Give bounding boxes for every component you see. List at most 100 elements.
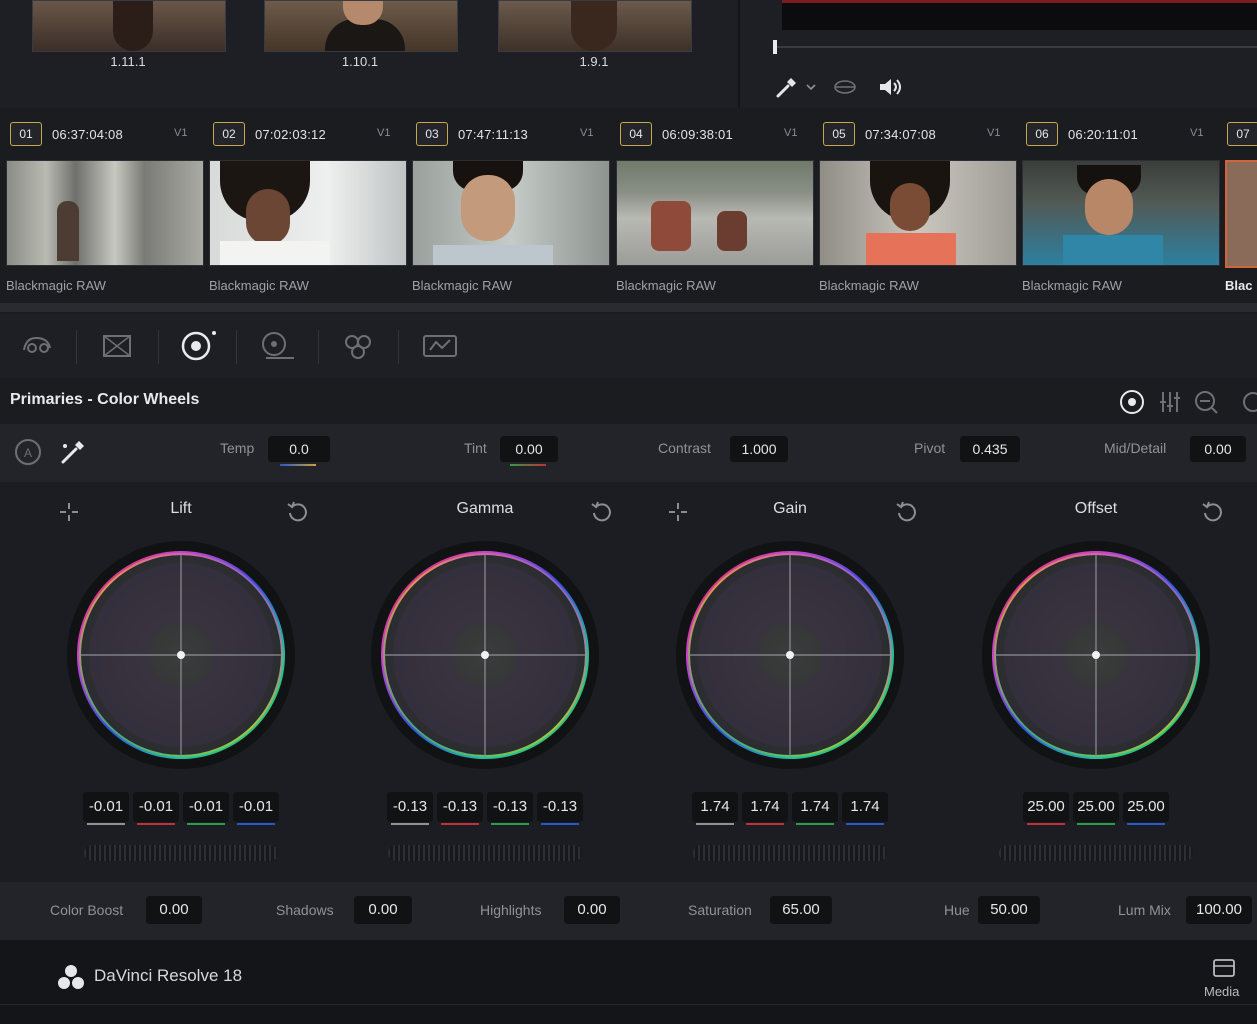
speaker-icon[interactable] [876, 73, 904, 101]
master-wheel-lift[interactable] [84, 845, 278, 861]
wheel-value-field[interactable]: -0.01 [133, 792, 179, 822]
white-balance-picker-icon[interactable] [58, 438, 88, 466]
clip-codec: Blackmagic RAW [819, 278, 919, 293]
chevron-down-icon[interactable] [804, 80, 818, 94]
contrast-field[interactable]: 1.000 [730, 436, 788, 462]
color-wheel-offset[interactable] [971, 530, 1221, 780]
clip-timecode: 07:47:11:13 [458, 127, 528, 142]
wheel-value-field[interactable]: 1.74 [742, 792, 788, 822]
channel-indicator [491, 823, 529, 825]
temp-indicator [280, 464, 316, 466]
pivot-field[interactable]: 0.435 [960, 436, 1020, 462]
preview-thumbnail[interactable] [498, 0, 692, 52]
davinci-logo-icon [56, 962, 86, 992]
channel-indicator [1127, 823, 1165, 825]
wheel-title-offset: Offset [1074, 500, 1118, 517]
wheels-mode-icon[interactable] [1118, 388, 1146, 416]
wheel-value-field[interactable]: -0.13 [437, 792, 483, 822]
color-wheel-gamma[interactable] [360, 530, 610, 780]
clip-06[interactable]: 06 06:20:11:01 V1 Blackmagic RAW [1022, 118, 1224, 302]
motion-effects-icon[interactable] [420, 330, 460, 362]
more-options-icon[interactable] [1236, 388, 1257, 416]
channel-indicator [796, 823, 834, 825]
wheel-value-field[interactable]: 25.00 [1023, 792, 1069, 822]
clip-timecode: 06:09:38:01 [662, 127, 733, 142]
scrubber-bar[interactable] [775, 46, 1257, 48]
media-page-button[interactable]: Media [1204, 984, 1239, 999]
clip-number: 07 [1227, 122, 1257, 146]
color-wheel-gain[interactable] [665, 530, 915, 780]
preview-thumbnail[interactable] [32, 0, 226, 52]
master-wheel-gamma[interactable] [388, 845, 582, 861]
channel-indicator [1077, 823, 1115, 825]
highlights-field[interactable]: 0.00 [564, 896, 620, 924]
reset-icon[interactable] [894, 499, 920, 525]
contrast-label: Contrast [658, 440, 711, 456]
clip-03[interactable]: 03 07:47:11:13 V1 Blackmagic RAW [412, 118, 614, 302]
reset-icon[interactable] [589, 499, 615, 525]
tint-field[interactable]: 0.00 [500, 436, 558, 462]
clip-codec: Blackmagic RAW [412, 278, 512, 293]
color-match-icon[interactable] [98, 330, 138, 362]
wheel-value-field[interactable]: 25.00 [1123, 792, 1169, 822]
divider [76, 330, 77, 364]
wheel-value-field[interactable]: 1.74 [792, 792, 838, 822]
wheel-value-field[interactable]: -0.13 [537, 792, 583, 822]
playhead[interactable] [773, 40, 777, 54]
clip-07[interactable]: 07 Blac [1225, 118, 1257, 302]
clip-timecode: 07:34:07:08 [865, 127, 936, 142]
color-boost-field[interactable]: 0.00 [146, 896, 202, 924]
eyedropper-icon[interactable] [774, 74, 800, 100]
clip-thumbnail [412, 160, 610, 266]
clip-01[interactable]: 01 06:37:04:08 V1 Blackmagic RAW [6, 118, 208, 302]
clip-05[interactable]: 05 07:34:07:08 V1 Blackmagic RAW [819, 118, 1021, 302]
middetail-field[interactable]: 0.00 [1190, 436, 1246, 462]
clip-thumbnail [1225, 160, 1257, 268]
channel-indicator [441, 823, 479, 825]
clip-number: 02 [213, 122, 245, 146]
wheel-value-field[interactable]: -0.01 [83, 792, 129, 822]
strip-scrollbar[interactable] [0, 303, 1257, 312]
wheel-value-field[interactable]: -0.01 [233, 792, 279, 822]
reset-icon[interactable] [285, 499, 311, 525]
hue-field[interactable]: 50.00 [978, 896, 1040, 924]
lum-mix-label: Lum Mix [1118, 902, 1171, 918]
saturation-field[interactable]: 65.00 [770, 896, 832, 924]
wheel-value-field[interactable]: 1.74 [842, 792, 888, 822]
clip-thumbnail [209, 160, 407, 266]
clip-track: V1 [580, 127, 594, 139]
hdr-wheels-icon[interactable] [256, 330, 296, 362]
temp-field[interactable]: 0.0 [268, 436, 330, 462]
media-icon[interactable] [1210, 956, 1238, 980]
log-mode-icon[interactable] [1192, 388, 1220, 416]
wheel-value-field[interactable]: 25.00 [1073, 792, 1119, 822]
auto-balance-icon[interactable]: A [14, 438, 42, 466]
wheel-value-field[interactable]: 1.74 [692, 792, 738, 822]
wheel-picker-icon[interactable] [666, 500, 690, 524]
wheel-value-field[interactable]: -0.13 [387, 792, 433, 822]
reset-icon[interactable] [1200, 499, 1226, 525]
shadows-field[interactable]: 0.00 [354, 896, 412, 924]
wheel-value-field[interactable]: -0.01 [183, 792, 229, 822]
adjustment-row [0, 424, 1257, 482]
master-wheel-gain[interactable] [693, 845, 887, 861]
highlight-icon[interactable] [832, 74, 858, 100]
color-wheel-lift[interactable] [56, 530, 306, 780]
wheel-value-field[interactable]: -0.13 [487, 792, 533, 822]
clip-04[interactable]: 04 06:09:38:01 V1 Blackmagic RAW [616, 118, 818, 302]
clip-thumbnail [616, 160, 814, 266]
bars-mode-icon[interactable] [1156, 388, 1184, 416]
color-wheels-icon[interactable] [176, 330, 216, 362]
master-wheel-offset[interactable] [999, 845, 1193, 861]
wheel-picker-icon[interactable] [57, 500, 81, 524]
channel-indicator [1027, 823, 1065, 825]
clip-codec: Blackmagic RAW [209, 278, 309, 293]
camera-raw-icon[interactable] [18, 330, 58, 362]
lum-mix-field[interactable]: 100.00 [1186, 896, 1252, 924]
clip-02[interactable]: 02 07:02:03:12 V1 Blackmagic RAW [209, 118, 411, 302]
divider [318, 330, 319, 364]
saturation-label: Saturation [688, 902, 752, 918]
preview-thumbnail[interactable] [264, 0, 458, 52]
pivot-label: Pivot [914, 440, 946, 456]
rgb-mixer-icon[interactable] [338, 330, 378, 362]
